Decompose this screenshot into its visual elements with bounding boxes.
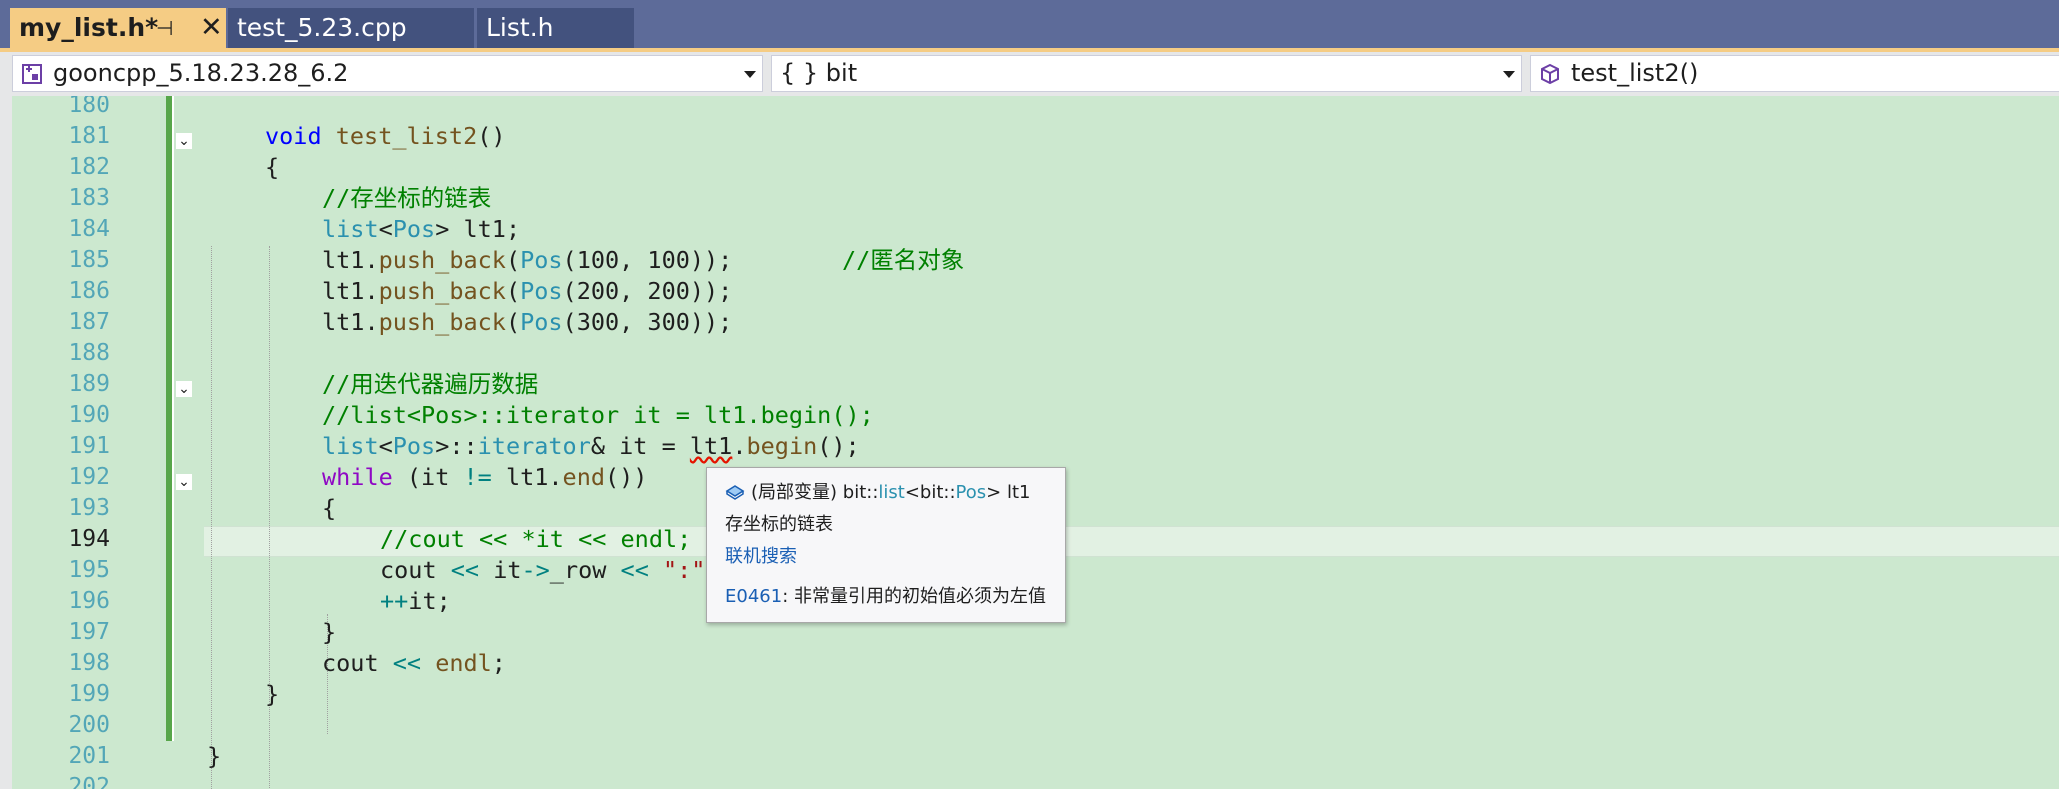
code-line-187: 187 lt1.push_back(Pos(300, 300)); xyxy=(0,307,2059,338)
code-line-198: 198 cout << endl; xyxy=(0,648,2059,679)
line-number: 193 xyxy=(68,495,110,521)
line-number: 188 xyxy=(68,340,110,366)
line-number: 200 xyxy=(68,712,110,738)
function-icon xyxy=(1541,63,1559,85)
tab-label: List.h xyxy=(486,13,554,42)
code-text: ++it; xyxy=(380,587,451,615)
code-line-180: 180 xyxy=(0,96,2059,121)
line-number: 180 xyxy=(68,96,110,118)
chevron-down-icon[interactable] xyxy=(744,71,756,78)
local-variable-icon xyxy=(725,485,745,500)
line-number: 197 xyxy=(68,619,110,645)
tooltip-signature: (局部变量) bit::list<bit::Pos> lt1 xyxy=(725,478,1030,504)
scope-dropdown[interactable]: { } bit xyxy=(771,55,1522,92)
project-icon xyxy=(22,64,42,84)
code-line-199: 199 } xyxy=(0,679,2059,710)
tab-test-5-23-cpp[interactable]: test_5.23.cpp xyxy=(228,8,474,48)
tooltip-error: E0461: 非常量引用的初始值必须为左值 xyxy=(725,582,1046,608)
code-line-201: 201 } xyxy=(0,741,2059,772)
code-text: while (it != lt1.end()) xyxy=(322,463,648,491)
project-dropdown[interactable]: gooncpp_5.18.23.28_6.2 xyxy=(12,55,763,92)
code-line-188: 188 xyxy=(0,338,2059,369)
code-text: cout << endl; xyxy=(322,649,506,677)
scope-name: { } bit xyxy=(780,59,858,87)
chevron-down-icon[interactable] xyxy=(1503,71,1515,78)
code-text: } xyxy=(322,618,337,646)
line-number: 186 xyxy=(68,278,110,304)
code-line-189: 189 //用迭代器遍历数据 xyxy=(0,369,2059,400)
navigation-bar: gooncpp_5.18.23.28_6.2 { } bit test_list… xyxy=(0,52,2059,97)
project-name: gooncpp_5.18.23.28_6.2 xyxy=(53,59,349,87)
code-text: lt1.push_back(Pos(100, 100)); xyxy=(322,246,733,274)
error-code-link[interactable]: E0461 xyxy=(725,586,782,607)
line-number: 185 xyxy=(68,247,110,273)
current-line-number: 194 xyxy=(68,526,110,552)
code-line-184: 184 list<Pos> lt1; xyxy=(0,214,2059,245)
code-line-186: 186 lt1.push_back(Pos(200, 200)); xyxy=(0,276,2059,307)
code-text: void test_list2() xyxy=(265,122,506,150)
member-dropdown[interactable]: test_list2() xyxy=(1530,55,2059,92)
error-squiggle: lt1 xyxy=(689,432,733,460)
line-number: 189 xyxy=(68,371,110,397)
online-search-link[interactable]: 联机搜索 xyxy=(725,542,797,568)
document-tab-strip: my_list.h* ⊣ ✕ test_5.23.cpp List.h xyxy=(0,0,2059,50)
line-number: 192 xyxy=(68,464,110,490)
tooltip-description: 存坐标的链表 xyxy=(725,514,833,535)
code-editor[interactable]: ⌄ ⌄ ⌄ 180 181 void test_list2() 182 { 18… xyxy=(0,96,2059,789)
quick-info-tooltip: (局部变量) bit::list<bit::Pos> lt1 存坐标的链表 联机… xyxy=(706,467,1066,623)
member-name: test_list2() xyxy=(1571,59,1699,87)
tab-my-list-h[interactable]: my_list.h* ⊣ ✕ xyxy=(10,8,226,50)
code-text: list<Pos> lt1; xyxy=(322,215,521,243)
code-comment: //匿名对象 xyxy=(842,246,965,274)
code-comment: //用迭代器遍历数据 xyxy=(322,370,539,398)
code-line-190: 190 //list<Pos>::iterator it = lt1.begin… xyxy=(0,400,2059,431)
code-comment: //list<Pos>::iterator it = lt1.begin(); xyxy=(322,401,874,429)
tab-label: my_list.h* xyxy=(19,13,159,42)
tab-list-h[interactable]: List.h xyxy=(477,8,634,48)
line-number: 196 xyxy=(68,588,110,614)
line-number: 191 xyxy=(68,433,110,459)
code-text: lt1.push_back(Pos(200, 200)); xyxy=(322,277,733,305)
code-line-200: 200 xyxy=(0,710,2059,741)
line-number: 201 xyxy=(68,743,110,769)
code-line-183: 183 //存坐标的链表 xyxy=(0,183,2059,214)
code-text: list<Pos>::iterator& it = lt1.begin(); xyxy=(322,432,860,460)
code-text: lt1.push_back(Pos(300, 300)); xyxy=(322,308,733,336)
line-number: 190 xyxy=(68,402,110,428)
line-number: 198 xyxy=(68,650,110,676)
code-text: cout << it->_row << ":" xyxy=(380,556,706,584)
code-text: { xyxy=(265,153,280,181)
line-number: 199 xyxy=(68,681,110,707)
line-number: 183 xyxy=(68,185,110,211)
line-number: 182 xyxy=(68,154,110,180)
pin-icon[interactable]: ⊣ xyxy=(156,8,173,48)
line-number: 202 xyxy=(68,774,110,789)
code-line-202: 202 xyxy=(0,772,2059,789)
close-icon[interactable]: ✕ xyxy=(200,8,223,48)
error-message: : 非常量引用的初始值必须为左值 xyxy=(782,586,1046,607)
tab-label: test_5.23.cpp xyxy=(237,13,407,42)
code-text: { xyxy=(322,494,337,522)
code-comment: //存坐标的链表 xyxy=(322,184,492,212)
code-text: } xyxy=(207,742,222,770)
code-line-182: 182 { xyxy=(0,152,2059,183)
line-number: 181 xyxy=(68,123,110,149)
code-line-191: 191 list<Pos>::iterator& it = lt1.begin(… xyxy=(0,431,2059,462)
code-line-185: 185 lt1.push_back(Pos(100, 100)); //匿名对象 xyxy=(0,245,2059,276)
code-text: } xyxy=(265,680,280,708)
code-line-181: 181 void test_list2() xyxy=(0,121,2059,152)
code-comment: //cout << *it << endl; xyxy=(380,525,692,553)
line-number: 195 xyxy=(68,557,110,583)
line-number: 187 xyxy=(68,309,110,335)
line-number: 184 xyxy=(68,216,110,242)
